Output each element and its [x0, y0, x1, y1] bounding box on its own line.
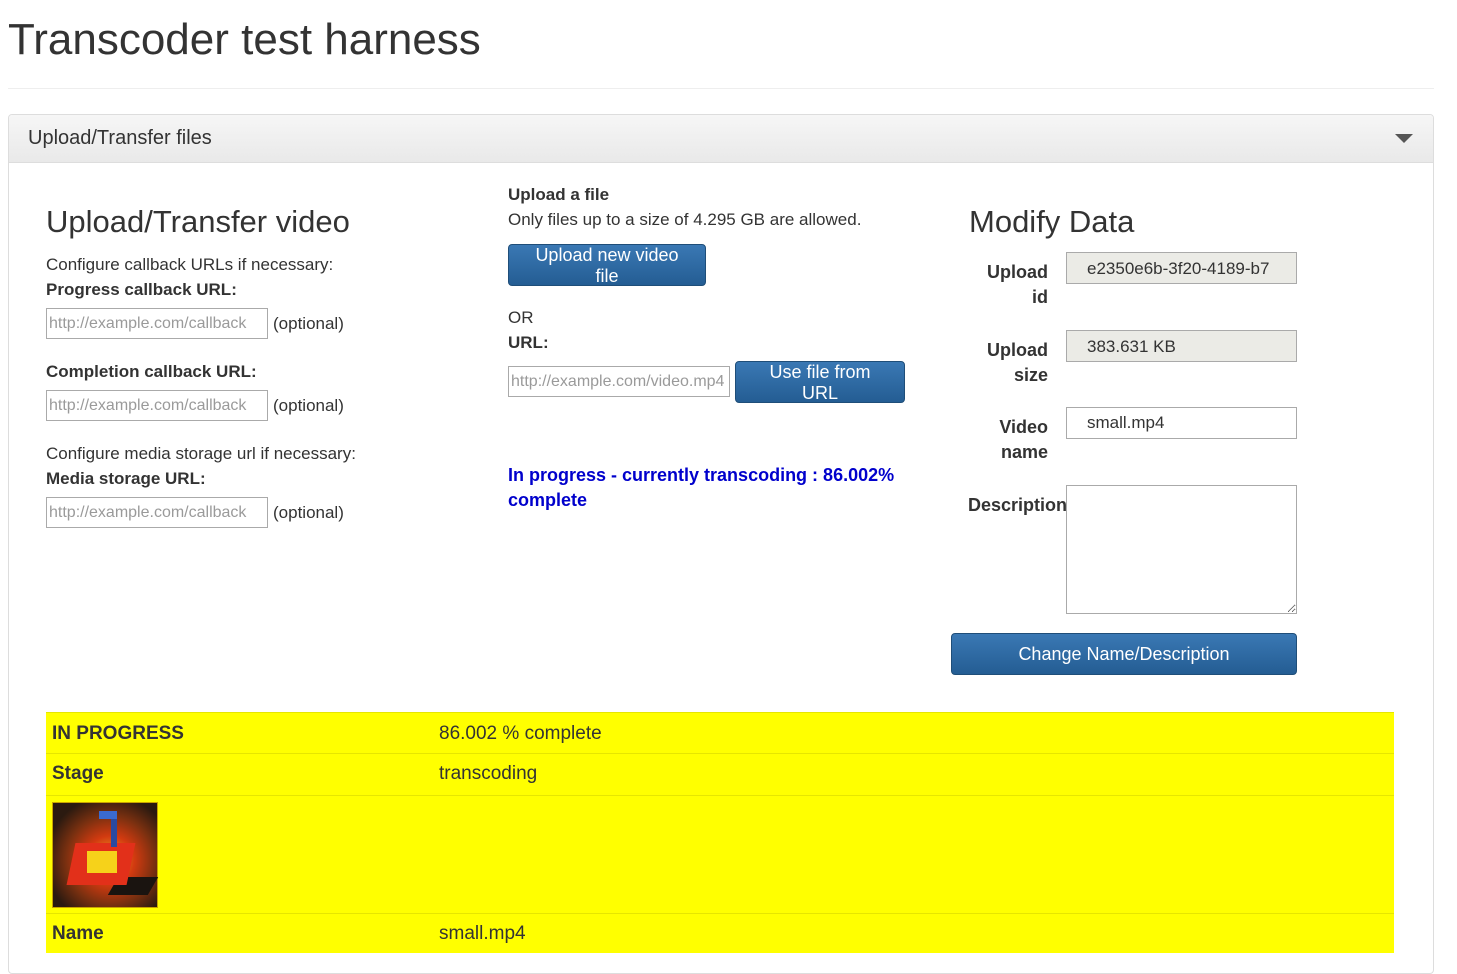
video-thumbnail	[52, 802, 159, 908]
upload-size-field: 383.631 KB	[1066, 330, 1297, 362]
transcoding-status-text: In progress - currently transcoding : 86…	[508, 465, 895, 510]
stage-value: transcoding	[439, 763, 538, 784]
completion-callback-input[interactable]	[46, 390, 268, 421]
progress-callback-label: Progress callback URL:	[46, 280, 237, 299]
name-value: small.mp4	[439, 923, 526, 944]
name-label: Name	[52, 923, 104, 944]
video-url-input[interactable]	[508, 366, 730, 397]
panel-title: Upload/Transfer files	[28, 127, 212, 149]
upload-file-heading: Upload a file	[508, 185, 610, 204]
configure-callback-text: Configure callback URLs if necessary:	[46, 255, 334, 274]
video-name-label: Video name	[999, 417, 1048, 462]
name-row: Name small.mp4	[46, 913, 1394, 953]
media-storage-input[interactable]	[46, 497, 268, 528]
progress-optional-text: (optional)	[273, 314, 344, 333]
thumbnail-row	[46, 795, 1394, 913]
upload-id-field: e2350e6b-3f20-4189-b7	[1066, 252, 1297, 284]
page-title: Transcoder test harness	[8, 15, 481, 64]
status-table: IN PROGRESS 86.002 % complete Stage tran…	[46, 712, 1394, 953]
panel-heading[interactable]: Upload/Transfer files	[9, 115, 1433, 163]
use-file-from-url-button[interactable]: Use file from URL	[735, 361, 905, 403]
caret-down-icon[interactable]	[1395, 134, 1413, 143]
status-row: IN PROGRESS 86.002 % complete	[46, 712, 1394, 753]
description-label: Description	[968, 495, 1068, 515]
stage-row: Stage transcoding	[46, 753, 1394, 795]
status-value: 86.002 % complete	[439, 723, 602, 744]
upload-new-video-button[interactable]: Upload new video file	[508, 244, 706, 286]
upload-transfer-heading: Upload/Transfer video	[46, 204, 350, 239]
progress-callback-input[interactable]	[46, 308, 268, 339]
modify-data-heading: Modify Data	[969, 204, 1135, 239]
completion-optional-text: (optional)	[273, 396, 344, 415]
description-textarea[interactable]	[1066, 485, 1297, 614]
file-size-note: Only files up to a size of 4.295 GB are …	[508, 210, 862, 229]
status-label: IN PROGRESS	[52, 723, 184, 744]
title-divider	[8, 88, 1434, 89]
upload-id-label: Upload id	[987, 262, 1048, 307]
change-name-description-button[interactable]: Change Name/Description	[951, 633, 1297, 675]
media-storage-label: Media storage URL:	[46, 469, 206, 488]
url-label: URL:	[508, 333, 549, 352]
storage-optional-text: (optional)	[273, 503, 344, 522]
stage-label: Stage	[52, 763, 104, 784]
upload-size-label: Upload size	[987, 340, 1048, 385]
configure-storage-text: Configure media storage url if necessary…	[46, 444, 356, 463]
completion-callback-label: Completion callback URL:	[46, 362, 257, 381]
or-text: OR	[508, 308, 534, 327]
video-name-input[interactable]	[1066, 407, 1297, 439]
